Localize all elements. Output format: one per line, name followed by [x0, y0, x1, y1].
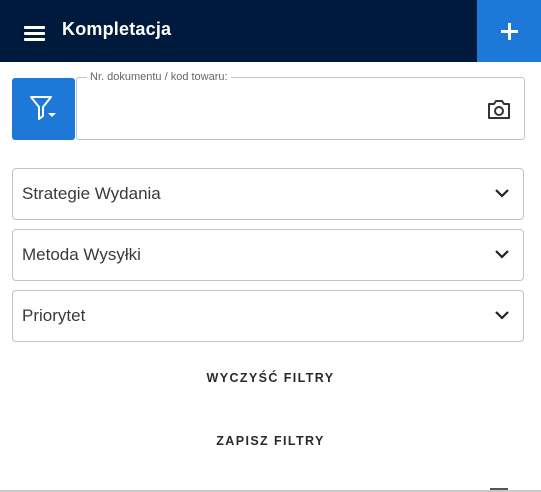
page: Kompletacja Nr. dokumentu / kod towaru: …: [0, 0, 541, 492]
chevron-down-icon: [495, 189, 509, 198]
add-button[interactable]: [477, 0, 541, 62]
select-label: Priorytet: [22, 306, 86, 325]
page-title: Kompletacja: [62, 19, 172, 39]
select-label: Metoda Wysyłki: [22, 245, 141, 264]
filter-toggle-button[interactable]: [12, 78, 75, 140]
chevron-down-icon: [495, 250, 509, 259]
scroll-indicator: [490, 488, 508, 490]
search-input[interactable]: [87, 96, 481, 124]
select-label: Strategie Wydania: [22, 184, 161, 203]
save-filters-button[interactable]: ZAPISZ FILTRY: [0, 434, 541, 448]
search-field[interactable]: Nr. dokumentu / kod towaru:: [76, 70, 525, 140]
camera-icon[interactable]: [486, 97, 512, 121]
search-field-label: Nr. dokumentu / kod towaru:: [87, 70, 231, 84]
hamburger-menu-icon[interactable]: [14, 19, 54, 45]
select-metoda-wysylki[interactable]: Metoda Wysyłki: [12, 229, 524, 281]
chevron-down-icon: [495, 311, 509, 320]
clear-filters-button[interactable]: WYCZYŚĆ FILTRY: [0, 371, 541, 385]
app-bar: Kompletacja: [0, 0, 541, 62]
filter-dropdown-icon: [30, 96, 56, 120]
select-strategie-wydania[interactable]: Strategie Wydania: [12, 168, 524, 220]
select-priorytet[interactable]: Priorytet: [12, 290, 524, 342]
